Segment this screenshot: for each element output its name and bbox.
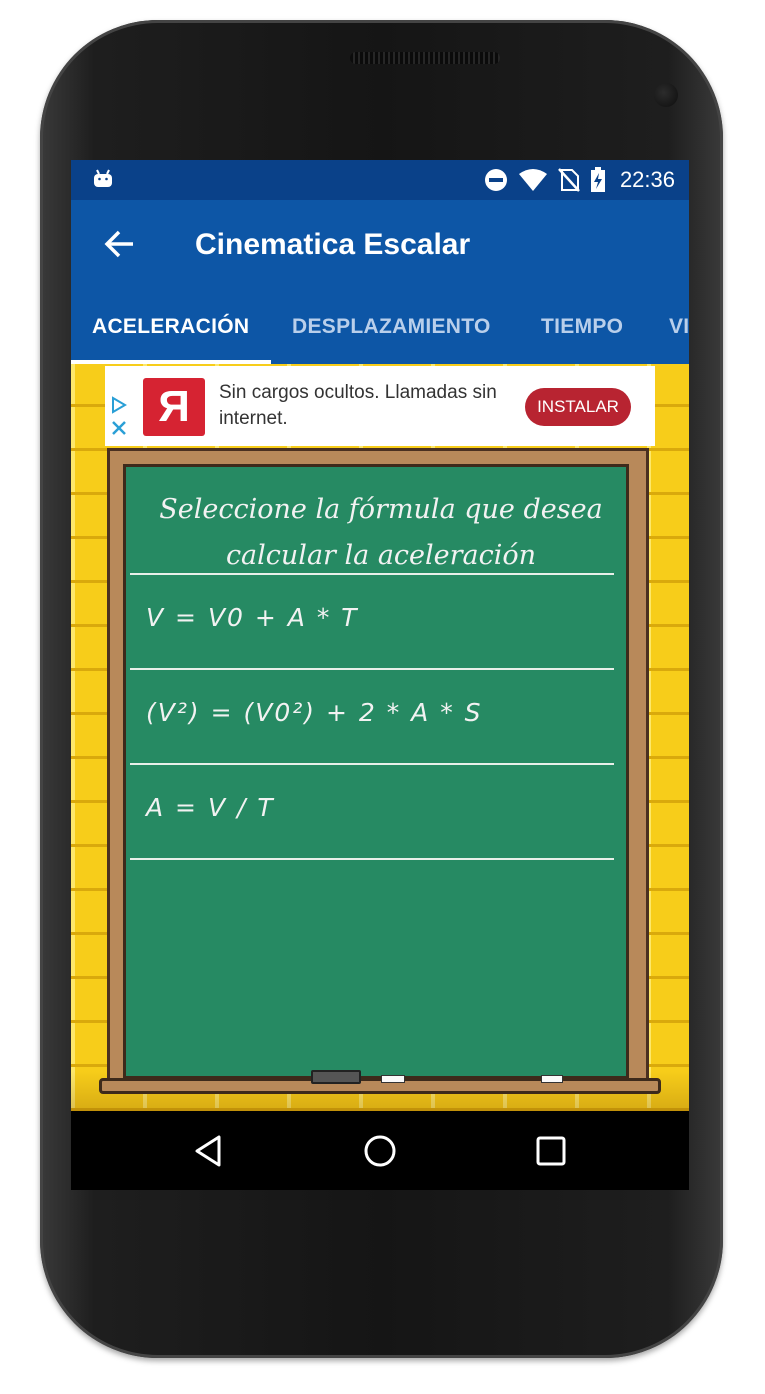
do-not-disturb-icon — [484, 169, 507, 191]
no-sim-icon — [558, 168, 580, 192]
ad-app-logo[interactable]: R — [143, 378, 205, 436]
tab-desplazamiento[interactable]: DESPLAZAMIENTO — [292, 315, 491, 339]
chalk — [541, 1075, 563, 1083]
home-nav-icon[interactable] — [360, 1131, 400, 1171]
navigation-bar — [71, 1111, 689, 1190]
front-camera — [654, 83, 678, 107]
back-nav-icon[interactable] — [189, 1131, 229, 1171]
recents-nav-icon[interactable] — [531, 1131, 571, 1171]
board-prompt: Seleccione la fórmula que desea calcular… — [159, 494, 603, 571]
formula-option[interactable]: A = V / T — [146, 793, 606, 822]
ad-text[interactable]: Sin cargos ocultos. Llamadas sin interne… — [219, 380, 509, 432]
tab-aceleracion[interactable]: ACELERACIÓN — [92, 315, 249, 339]
formula-option[interactable]: V = V0 + A * T — [146, 603, 606, 632]
install-button[interactable]: INSTALAR — [525, 388, 631, 426]
chalk-ledge — [99, 1078, 661, 1094]
tab-partial[interactable]: VI — [669, 315, 689, 339]
eraser — [311, 1070, 361, 1084]
formula-option[interactable]: (V²) = (V0²) + 2 * A * S — [146, 698, 606, 727]
divider — [130, 668, 614, 670]
divider — [130, 573, 614, 575]
tab-tiempo[interactable]: TIEMPO — [541, 315, 623, 339]
chalk — [381, 1075, 405, 1083]
divider — [130, 858, 614, 860]
tab-bar: ACELERACIÓN DESPLAZAMIENTO TIEMPO VI — [71, 288, 689, 364]
speaker-grille — [350, 52, 500, 64]
divider — [130, 763, 614, 765]
adchoices-icon[interactable] — [109, 396, 129, 442]
arrow-back-icon[interactable] — [99, 224, 139, 264]
page-title: Cinematica Escalar — [195, 228, 471, 261]
status-time: 22:36 — [619, 167, 675, 192]
blackboard: Seleccione la fórmula que desea calcular… — [123, 464, 629, 1079]
app-bar: Cinematica Escalar — [71, 200, 689, 288]
android-debug-icon — [94, 169, 112, 187]
screen: 22:36 Cinematica Escalar ACELERACIÓN DES… — [71, 160, 689, 1190]
wifi-icon — [518, 169, 547, 191]
content-area: R Sin cargos ocultos. Llamadas sin inter… — [71, 364, 689, 1111]
battery-charging-icon — [590, 167, 605, 192]
ad-banner[interactable]: R Sin cargos ocultos. Llamadas sin inter… — [105, 366, 655, 446]
status-bar: 22:36 — [71, 160, 689, 200]
